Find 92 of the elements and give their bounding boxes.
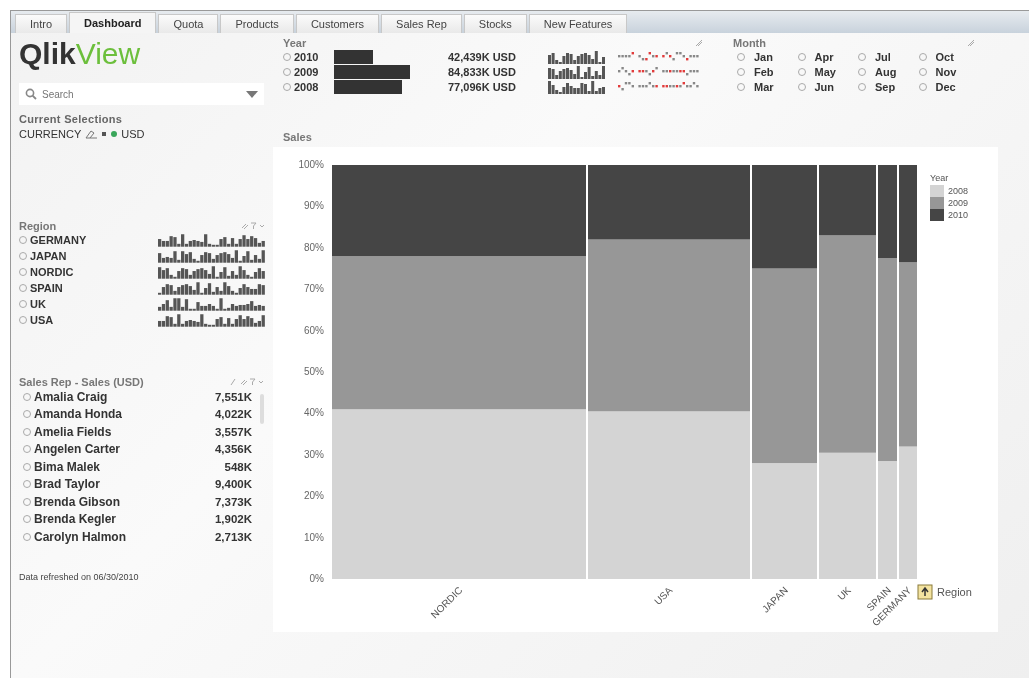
axis-tick-label: 0% (309, 573, 324, 584)
sales-value: 1,902K (213, 513, 252, 526)
listbox-title: Year (283, 37, 307, 49)
legend-label: 2008 (948, 186, 969, 196)
axis-tick-label: 80% (304, 241, 324, 253)
region-name[interactable]: SPAIN (30, 282, 158, 294)
rep-name[interactable]: Amalia Craig (34, 389, 194, 404)
sales-value: 3,557K (213, 425, 252, 438)
refresh-note: Data refreshed on 06/30/2010 (19, 571, 140, 582)
region-name[interactable]: GERMANY (30, 234, 158, 246)
eraser-icon[interactable] (85, 129, 99, 139)
logo-text: View (75, 37, 141, 70)
legend-label: 2010 (948, 210, 969, 220)
month-label[interactable]: Jan (754, 50, 773, 63)
axis-tick-label: 70% (304, 283, 324, 295)
month-label[interactable]: Aug (875, 65, 897, 78)
axis-tick-label: 60% (304, 324, 324, 336)
rep-name[interactable]: Bima Malek (34, 459, 194, 474)
year-label[interactable]: 2010 (294, 50, 334, 63)
region-name[interactable]: UK (30, 298, 158, 310)
rep-name[interactable]: Brad Taylor (34, 477, 194, 492)
field-name: CURRENCY (19, 128, 82, 140)
sales-value: 4,356K (213, 443, 252, 456)
listbox-title: Month (733, 37, 766, 49)
section-title: Current Selections (19, 113, 124, 125)
field-value: USD (121, 128, 145, 140)
search-input[interactable]: Search (40, 87, 243, 101)
axis-tick-label: 90% (304, 200, 324, 212)
axis-tick-label: 20% (304, 490, 324, 502)
sales-value: 7,373K (213, 495, 252, 508)
month-label[interactable]: Jun (814, 80, 835, 93)
sales-value: 42,439K USD (448, 50, 517, 63)
axis-tick-label: 30% (304, 448, 324, 460)
toolbar-icons[interactable] (230, 378, 264, 386)
rep-name[interactable]: Brenda Gibson (34, 494, 194, 509)
sparkline-drawing (548, 49, 606, 64)
minimize-icon[interactable] (967, 39, 975, 47)
logo-text: Qlik (19, 37, 76, 70)
tab[interactable]: Sales Rep (381, 14, 462, 33)
month-label[interactable]: Mar (754, 80, 774, 93)
legend-label: 2009 (948, 198, 969, 208)
axis-tick-label: 50% (304, 366, 324, 377)
chart-title: Sales (283, 131, 313, 143)
region-name[interactable]: USA (30, 314, 158, 326)
tab[interactable]: Customers (295, 14, 380, 33)
month-label[interactable]: Oct (935, 50, 954, 63)
axis-tick-label: 100% (298, 159, 324, 170)
month-label[interactable]: Apr (814, 50, 834, 63)
tab[interactable]: Intro (15, 14, 67, 33)
tab[interactable]: Dashboard (69, 12, 157, 33)
rep-name[interactable]: Amelia Fields (34, 424, 194, 439)
sales-value: 2,713K (213, 530, 252, 543)
month-label[interactable]: Nov (935, 65, 957, 78)
axis-tick-label: 10% (304, 531, 324, 543)
bar-drawing (334, 79, 402, 94)
axis-category-label: UK (835, 584, 853, 603)
axis-tick-label: 40% (304, 407, 324, 419)
region-name[interactable]: JAPAN (30, 250, 158, 262)
month-label[interactable]: May (814, 65, 836, 78)
rep-name[interactable]: Amanda Honda (34, 407, 194, 422)
sales-value: 9,400K (213, 478, 252, 491)
year-label[interactable]: 2009 (294, 65, 334, 78)
drill-up-icon[interactable] (917, 584, 933, 600)
search-icon (25, 88, 37, 100)
legend-title: Year (930, 173, 949, 183)
sales-value: 84,833K USD (448, 65, 517, 78)
axis-category-label: USA (652, 584, 675, 607)
sales-value: 77,096K USD (448, 80, 517, 93)
tab[interactable]: Products (220, 14, 294, 33)
sparkline-drawing (548, 79, 606, 94)
listbox-title: Sales Rep - Sales (USD) (19, 376, 144, 388)
sparkline-drawing (548, 64, 606, 79)
toolbar-icons[interactable] (241, 222, 265, 230)
month-label[interactable]: Feb (754, 65, 774, 78)
tab[interactable]: New Features (528, 14, 628, 33)
sales-value: 548K (223, 460, 252, 473)
minimize-icon[interactable] (695, 39, 703, 47)
sales-value: 4,022K (213, 408, 252, 421)
tab[interactable]: Quota (158, 14, 219, 33)
month-label[interactable]: Dec (935, 80, 956, 93)
rep-name[interactable]: Brenda Kegler (34, 512, 194, 527)
sales-value: 7,551K (213, 390, 252, 403)
month-label[interactable]: Jul (875, 50, 891, 63)
listbox-title: Region (19, 220, 57, 232)
year-label[interactable]: 2008 (294, 80, 334, 93)
region-name[interactable]: NORDIC (30, 266, 158, 278)
tab[interactable]: Stocks (463, 14, 527, 33)
rep-name[interactable]: Angelen Carter (34, 442, 194, 457)
month-label[interactable]: Sep (875, 80, 896, 93)
rep-name[interactable]: Carolyn Halmon (34, 529, 194, 544)
search-field[interactable]: Search (19, 83, 264, 105)
axis-title: Region (937, 586, 972, 598)
